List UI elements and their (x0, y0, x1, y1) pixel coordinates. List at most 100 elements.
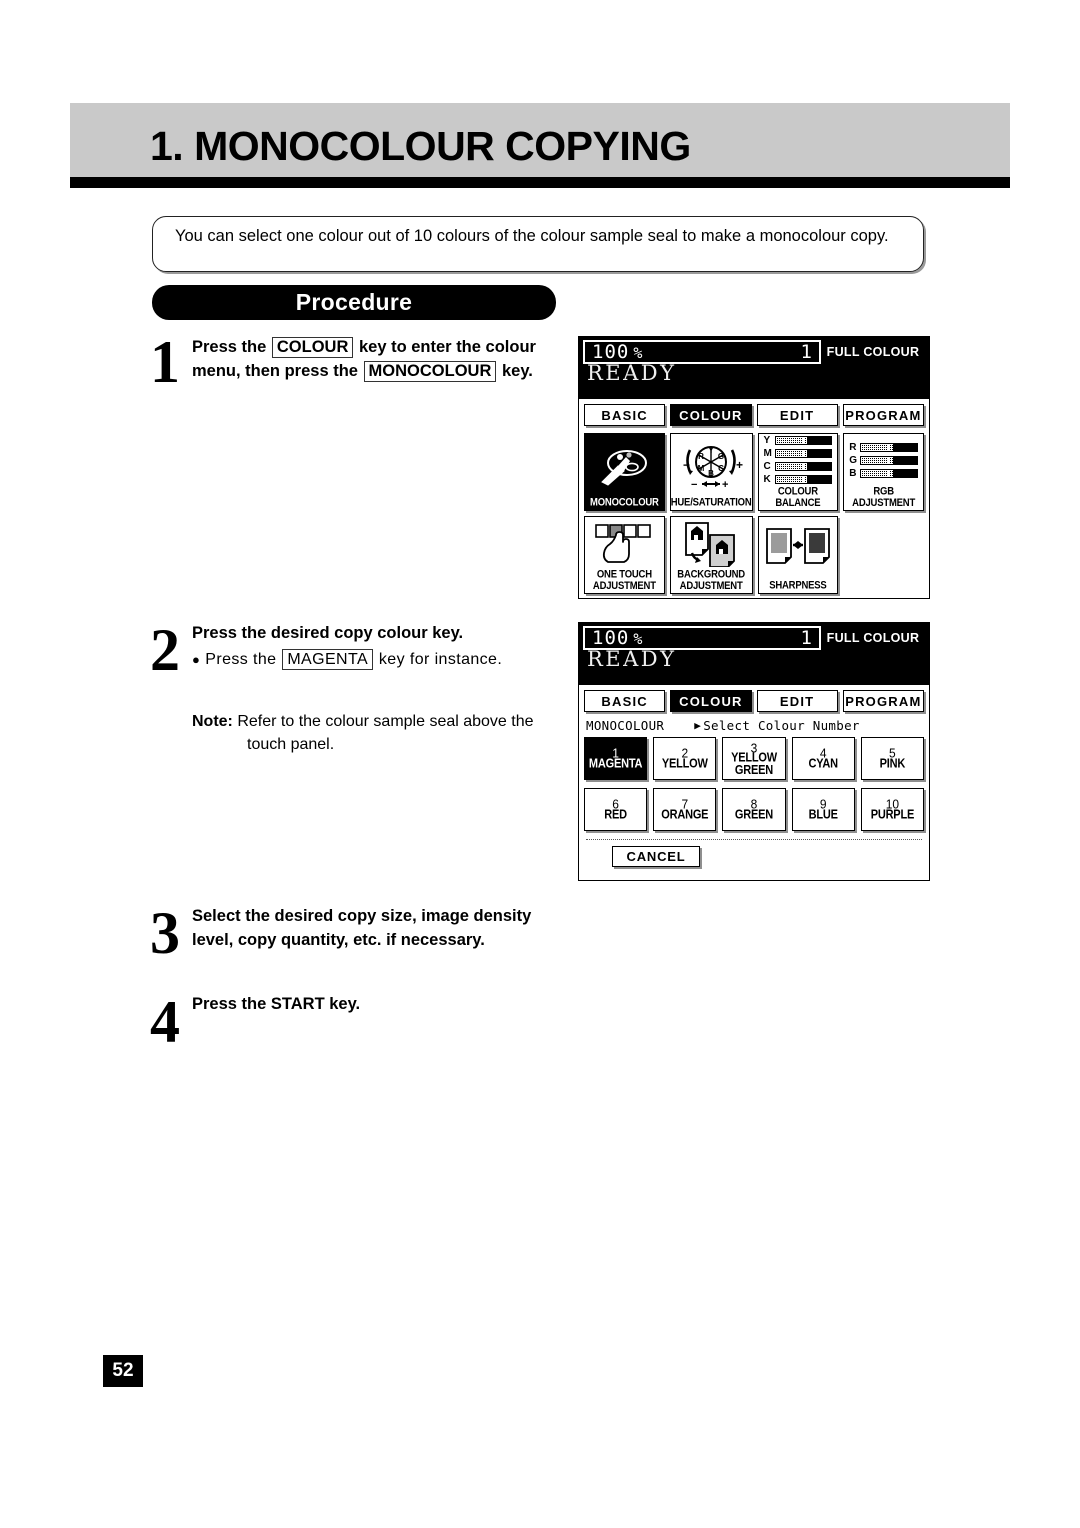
touch-panel-screenshot-colour-number: 100% 1 FULL COLOUR READY BASIC COLOUR ED… (578, 622, 930, 881)
step-4-number: 4 (150, 989, 180, 1055)
bar-row-y: Y (764, 435, 833, 446)
feature-label-monocolour: MONOCOLOUR (590, 496, 659, 509)
feature-label-rgb-adjustment: RGB ADJUSTMENT (852, 485, 916, 510)
palette-brush-icon (585, 434, 664, 498)
intro-callout: You can select one colour out of 10 colo… (152, 216, 924, 272)
colour-wheel-svg: Y G C B M R − + − + (683, 446, 743, 490)
bar-track-b (860, 468, 918, 478)
colour-key-blue[interactable]: 9 BLUE (791, 788, 855, 831)
rgb-bar-list: R G B (844, 442, 923, 481)
bar-track-c (774, 462, 833, 471)
colour-key-pink[interactable]: 5 PINK (860, 737, 924, 780)
step-3-line-2: level, copy quantity, etc. if necessary. (192, 930, 485, 949)
channel-label-m: M (763, 448, 772, 459)
colour-key-cyan[interactable]: 4 CYAN (791, 737, 855, 780)
cancel-button[interactable]: CANCEL (612, 846, 700, 867)
breadcrumb-mode: MONOCOLOUR (586, 718, 665, 733)
feature-label-one-touch-adjustment: ONE TOUCH ADJUSTMENT (592, 568, 656, 593)
tab-colour[interactable]: COLOUR (670, 404, 752, 426)
finger-touch-svg (595, 524, 652, 563)
bar-row-m: M (764, 448, 833, 459)
lcd-2-zoom-group: 100% (592, 627, 642, 649)
bar-row-g: G (849, 455, 918, 466)
magenta-key-reference: MAGENTA (282, 648, 374, 670)
bar-row-c: C (764, 461, 833, 472)
touch-panel-screenshot-colour-menu: 100% 1 FULL COLOUR READY BASIC COLOUR ED… (578, 336, 930, 599)
ymck-bar-list: Y M C K (759, 435, 838, 487)
colour-key-yellow[interactable]: 2 YELLOW (653, 737, 717, 780)
feature-label-hue-saturation: HUE/SATURATION (670, 496, 752, 509)
feature-label-sharpness: SHARPNESS (769, 579, 827, 592)
colour-key-name-9: BLUE (808, 808, 838, 822)
colour-key-name-1: MAGENTA (588, 757, 643, 771)
colour-key-green[interactable]: 8 GREEN (722, 788, 786, 831)
feature-key-sharpness[interactable]: SHARPNESS (757, 516, 839, 594)
colour-key-magenta[interactable]: 1 MAGENTA (584, 737, 648, 780)
colour-key-orange[interactable]: 7 ORANGE (653, 788, 717, 831)
feature-key-monocolour[interactable]: MONOCOLOUR (584, 433, 665, 511)
tab-colour-2[interactable]: COLOUR (670, 690, 752, 712)
bar-row-b: B (849, 468, 918, 479)
tab-basic-2[interactable]: BASIC (584, 690, 666, 712)
svg-text:+: + (722, 479, 728, 490)
step-1-text: Press the COLOUR key to enter the colour… (192, 336, 572, 383)
svg-text:+: + (736, 458, 743, 472)
tab-edit[interactable]: EDIT (756, 404, 838, 426)
step-2-bullet: ● Press the MAGENTA key for instance. (192, 648, 572, 672)
colour-key-purple[interactable]: 10 PURPLE (860, 788, 924, 831)
colour-key-name-3: YELLOW GREEN (731, 750, 777, 778)
finger-touch-icon (585, 517, 664, 571)
step-4-text: Press the START key. (192, 993, 572, 1017)
step-2-text: Press the desired copy colour key. ● Pres… (192, 622, 572, 671)
tab-program[interactable]: PROGRAM (842, 404, 924, 426)
triangle-right-icon: ▶ (694, 719, 702, 732)
colour-wheel-icon: Y G C B M R − + − + (671, 434, 752, 498)
palette-brush-svg (601, 450, 648, 486)
feature-key-rgb-adjustment[interactable]: R G B RGB ADJUSTMENT (843, 433, 924, 511)
feature-key-background-adjustment[interactable]: BACKGROUND ADJUSTMENT (669, 516, 753, 594)
bar-track-g (860, 455, 918, 465)
feature-label-colour-balance: COLOUR BALANCE (775, 485, 821, 510)
bar-track-y (774, 436, 833, 445)
svg-text:−: − (683, 458, 690, 472)
colour-mode-indicator: FULL COLOUR (826, 345, 920, 359)
sharpness-pages-icon (759, 517, 838, 581)
panel-divider (586, 839, 922, 840)
step-2-bullet-prefix: Press the (205, 650, 277, 668)
colour-key-name-7: ORANGE (661, 808, 709, 822)
lcd-2-body: MONOCOLOUR ▶ Select Colour Number 1 MAGE… (579, 712, 929, 872)
percent-sign-2: % (633, 630, 643, 648)
svg-text:R: R (698, 452, 704, 461)
cancel-row: CANCEL (584, 846, 924, 867)
channel-label-y: Y (763, 435, 771, 446)
tab-basic[interactable]: BASIC (584, 404, 666, 426)
step-1-line1-suffix: key to enter the colour (358, 338, 536, 356)
colour-key-red[interactable]: 6 RED (584, 788, 648, 831)
page-number: 52 (103, 1355, 143, 1387)
step-3-line-1: Select the desired copy size, image dens… (192, 907, 532, 925)
feature-key-one-touch-adjustment[interactable]: ONE TOUCH ADJUSTMENT (584, 516, 665, 594)
colour-mode-indicator-2: FULL COLOUR (826, 631, 920, 645)
lcd-1-zoom-group: 100% (592, 341, 642, 363)
rgb-bars-icon: R G B (844, 434, 923, 488)
step-3-number: 3 (150, 900, 180, 966)
step-1-number: 1 (150, 329, 180, 395)
step-1-line2-suffix: key. (501, 361, 533, 380)
svg-text:G: G (718, 452, 724, 461)
tab-program-2[interactable]: PROGRAM (842, 690, 924, 712)
step-2-number: 2 (150, 617, 180, 683)
svg-text:C: C (718, 464, 724, 473)
feature-key-hue-saturation[interactable]: Y G C B M R − + − + HUE/SATURATION (669, 433, 753, 511)
colour-key-name-2: YELLOW (661, 757, 708, 771)
zoom-ratio-value-2: 100 (592, 627, 630, 649)
colour-key-reference: COLOUR (271, 337, 354, 358)
lcd-1-body: MONOCOLOUR Y G C B M R − + − + HUE/SATUR… (579, 426, 929, 599)
svg-text:B: B (708, 469, 714, 478)
step-2-heading: Press the desired copy colour key. (192, 624, 464, 642)
colour-key-yellow-green[interactable]: 3 YELLOW GREEN (722, 737, 786, 780)
tab-edit-2[interactable]: EDIT (756, 690, 838, 712)
channel-label-c: C (763, 461, 771, 472)
colour-key-name-10: PURPLE (870, 808, 915, 822)
feature-key-colour-balance[interactable]: Y M C K COLOUR BALANCE (757, 433, 839, 511)
colour-feature-grid: MONOCOLOUR Y G C B M R − + − + HUE/SATUR… (584, 433, 924, 594)
